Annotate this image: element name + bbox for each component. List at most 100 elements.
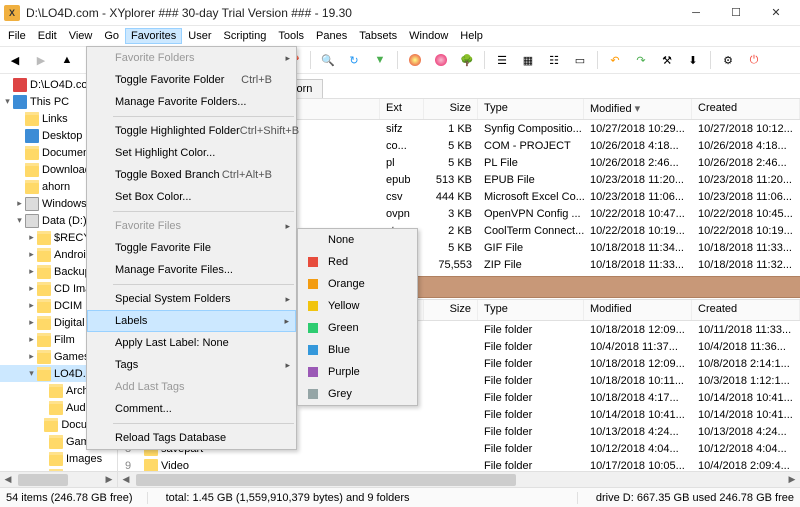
- menu-window[interactable]: Window: [403, 28, 454, 44]
- forward-button[interactable]: ▶: [30, 49, 52, 71]
- folder-icon: [25, 146, 39, 160]
- menu-panes[interactable]: Panes: [310, 28, 353, 44]
- col-created[interactable]: Created: [692, 99, 800, 119]
- menu-tabsets[interactable]: Tabsets: [353, 28, 403, 44]
- col-size[interactable]: Size: [424, 300, 478, 320]
- minimize-button[interactable]: ─: [676, 0, 716, 26]
- label-item[interactable]: Grey: [298, 383, 417, 405]
- menu-item[interactable]: Reload Tags Database: [87, 427, 296, 449]
- file-ext: epub: [380, 174, 424, 186]
- red-icon[interactable]: [404, 49, 426, 71]
- menu-item[interactable]: Labels▸: [87, 310, 296, 332]
- file-modified: 10/18/2018 12:09...: [584, 358, 692, 370]
- expander-icon[interactable]: ▸: [26, 232, 37, 243]
- expander-icon[interactable]: ▸: [26, 266, 37, 277]
- col-size[interactable]: Size: [424, 99, 478, 119]
- exit-icon[interactable]: ⏻: [743, 49, 765, 71]
- folder-icon: [25, 163, 39, 177]
- undo-icon[interactable]: ↶: [604, 49, 626, 71]
- menu-go[interactable]: Go: [98, 28, 125, 44]
- menu-user[interactable]: User: [182, 28, 217, 44]
- folder-icon: [37, 316, 51, 330]
- view1-icon[interactable]: ☰: [491, 49, 513, 71]
- menu-help[interactable]: Help: [454, 28, 489, 44]
- refresh-icon[interactable]: ↻: [343, 49, 365, 71]
- menu-view[interactable]: View: [63, 28, 99, 44]
- drop-icon[interactable]: ⬇: [682, 49, 704, 71]
- menu-item[interactable]: Set Box Color...: [87, 186, 296, 208]
- menu-item[interactable]: Tags▸: [87, 354, 296, 376]
- expander-icon[interactable]: ▸: [26, 351, 37, 362]
- file-type: File folder: [478, 324, 584, 336]
- redo-icon[interactable]: ↷: [630, 49, 652, 71]
- menu-item[interactable]: Apply Last Label: None: [87, 332, 296, 354]
- tool-icon[interactable]: ⚒: [656, 49, 678, 71]
- expander-icon[interactable]: ▸: [14, 198, 25, 209]
- maximize-button[interactable]: ☐: [716, 0, 756, 26]
- col-type[interactable]: Type: [478, 99, 584, 119]
- tree-item[interactable]: Images: [0, 450, 117, 467]
- expander-icon[interactable]: ▾: [2, 96, 13, 107]
- filter-icon[interactable]: ▼: [369, 49, 391, 71]
- file-created: 10/26/2018 2:46...: [692, 157, 800, 169]
- label-item[interactable]: Green: [298, 317, 417, 339]
- menu-item[interactable]: Toggle Favorite File: [87, 237, 296, 259]
- tree-icon[interactable]: 🌳: [456, 49, 478, 71]
- file-created: 10/23/2018 11:20...: [692, 174, 800, 186]
- label-item[interactable]: Blue: [298, 339, 417, 361]
- menu-tools[interactable]: Tools: [272, 28, 310, 44]
- label-item[interactable]: Red: [298, 251, 417, 273]
- view2-icon[interactable]: ▦: [517, 49, 539, 71]
- file-created: 10/14/2018 10:41...: [692, 392, 800, 404]
- menu-item-label: Toggle Favorite Folder: [115, 74, 224, 86]
- label-item[interactable]: None: [298, 229, 417, 251]
- expander-icon[interactable]: ▸: [26, 317, 37, 328]
- close-button[interactable]: ✕: [756, 0, 796, 26]
- menu-item[interactable]: Toggle Boxed BranchCtrl+Alt+B: [87, 164, 296, 186]
- menu-item[interactable]: Manage Favorite Files...: [87, 259, 296, 281]
- col-created[interactable]: Created: [692, 300, 800, 320]
- label-text: Grey: [328, 388, 352, 400]
- spiral-icon[interactable]: [430, 49, 452, 71]
- expander-icon[interactable]: ▾: [14, 215, 25, 226]
- menu-item[interactable]: Toggle Favorite FolderCtrl+B: [87, 69, 296, 91]
- file-modified: 10/14/2018 10:41...: [584, 409, 692, 421]
- menu-item-label: Set Highlight Color...: [115, 147, 215, 159]
- file-row[interactable]: 9VideoFile folder10/17/2018 10:05...10/4…: [118, 457, 800, 471]
- label-item[interactable]: Yellow: [298, 295, 417, 317]
- view4-icon[interactable]: ▭: [569, 49, 591, 71]
- expander-icon[interactable]: ▸: [26, 334, 37, 345]
- folder-icon: [49, 384, 63, 398]
- col-modified[interactable]: Modified ▾: [584, 99, 692, 119]
- expander-icon[interactable]: ▸: [26, 249, 37, 260]
- menu-item[interactable]: Comment...: [87, 398, 296, 420]
- col-ext[interactable]: Ext: [380, 99, 424, 119]
- pane-scrollbar[interactable]: ◀▶: [118, 471, 800, 487]
- menu-item[interactable]: Set Highlight Color...: [87, 142, 296, 164]
- menu-scripting[interactable]: Scripting: [218, 28, 273, 44]
- view3-icon[interactable]: ☷: [543, 49, 565, 71]
- menu-file[interactable]: File: [2, 28, 32, 44]
- up-button[interactable]: ▲: [56, 49, 78, 71]
- label-text: Purple: [328, 366, 360, 378]
- statusbar: 54 items (246.78 GB free) total: 1.45 GB…: [0, 487, 800, 507]
- label-item[interactable]: Purple: [298, 361, 417, 383]
- settings-icon[interactable]: ⚙: [717, 49, 739, 71]
- menu-favorites[interactable]: Favorites: [125, 28, 182, 44]
- submenu-arrow-icon: ▸: [285, 221, 290, 232]
- menu-edit[interactable]: Edit: [32, 28, 63, 44]
- menu-item[interactable]: Special System Folders▸: [87, 288, 296, 310]
- expander-icon[interactable]: ▸: [26, 300, 37, 311]
- menu-item[interactable]: Toggle Highlighted FolderCtrl+Shift+B: [87, 120, 296, 142]
- back-button[interactable]: ◀: [4, 49, 26, 71]
- expander-icon[interactable]: ▸: [26, 283, 37, 294]
- label-item[interactable]: Orange: [298, 273, 417, 295]
- file-created: 10/27/2018 10:12...: [692, 123, 800, 135]
- search-icon[interactable]: 🔍: [317, 49, 339, 71]
- menu-item[interactable]: Manage Favorite Folders...: [87, 91, 296, 113]
- tree-item-label: Links: [42, 113, 68, 125]
- sidebar-scrollbar[interactable]: ◀▶: [0, 471, 117, 487]
- expander-icon[interactable]: ▾: [26, 368, 37, 379]
- col-type[interactable]: Type: [478, 300, 584, 320]
- col-modified[interactable]: Modified: [584, 300, 692, 320]
